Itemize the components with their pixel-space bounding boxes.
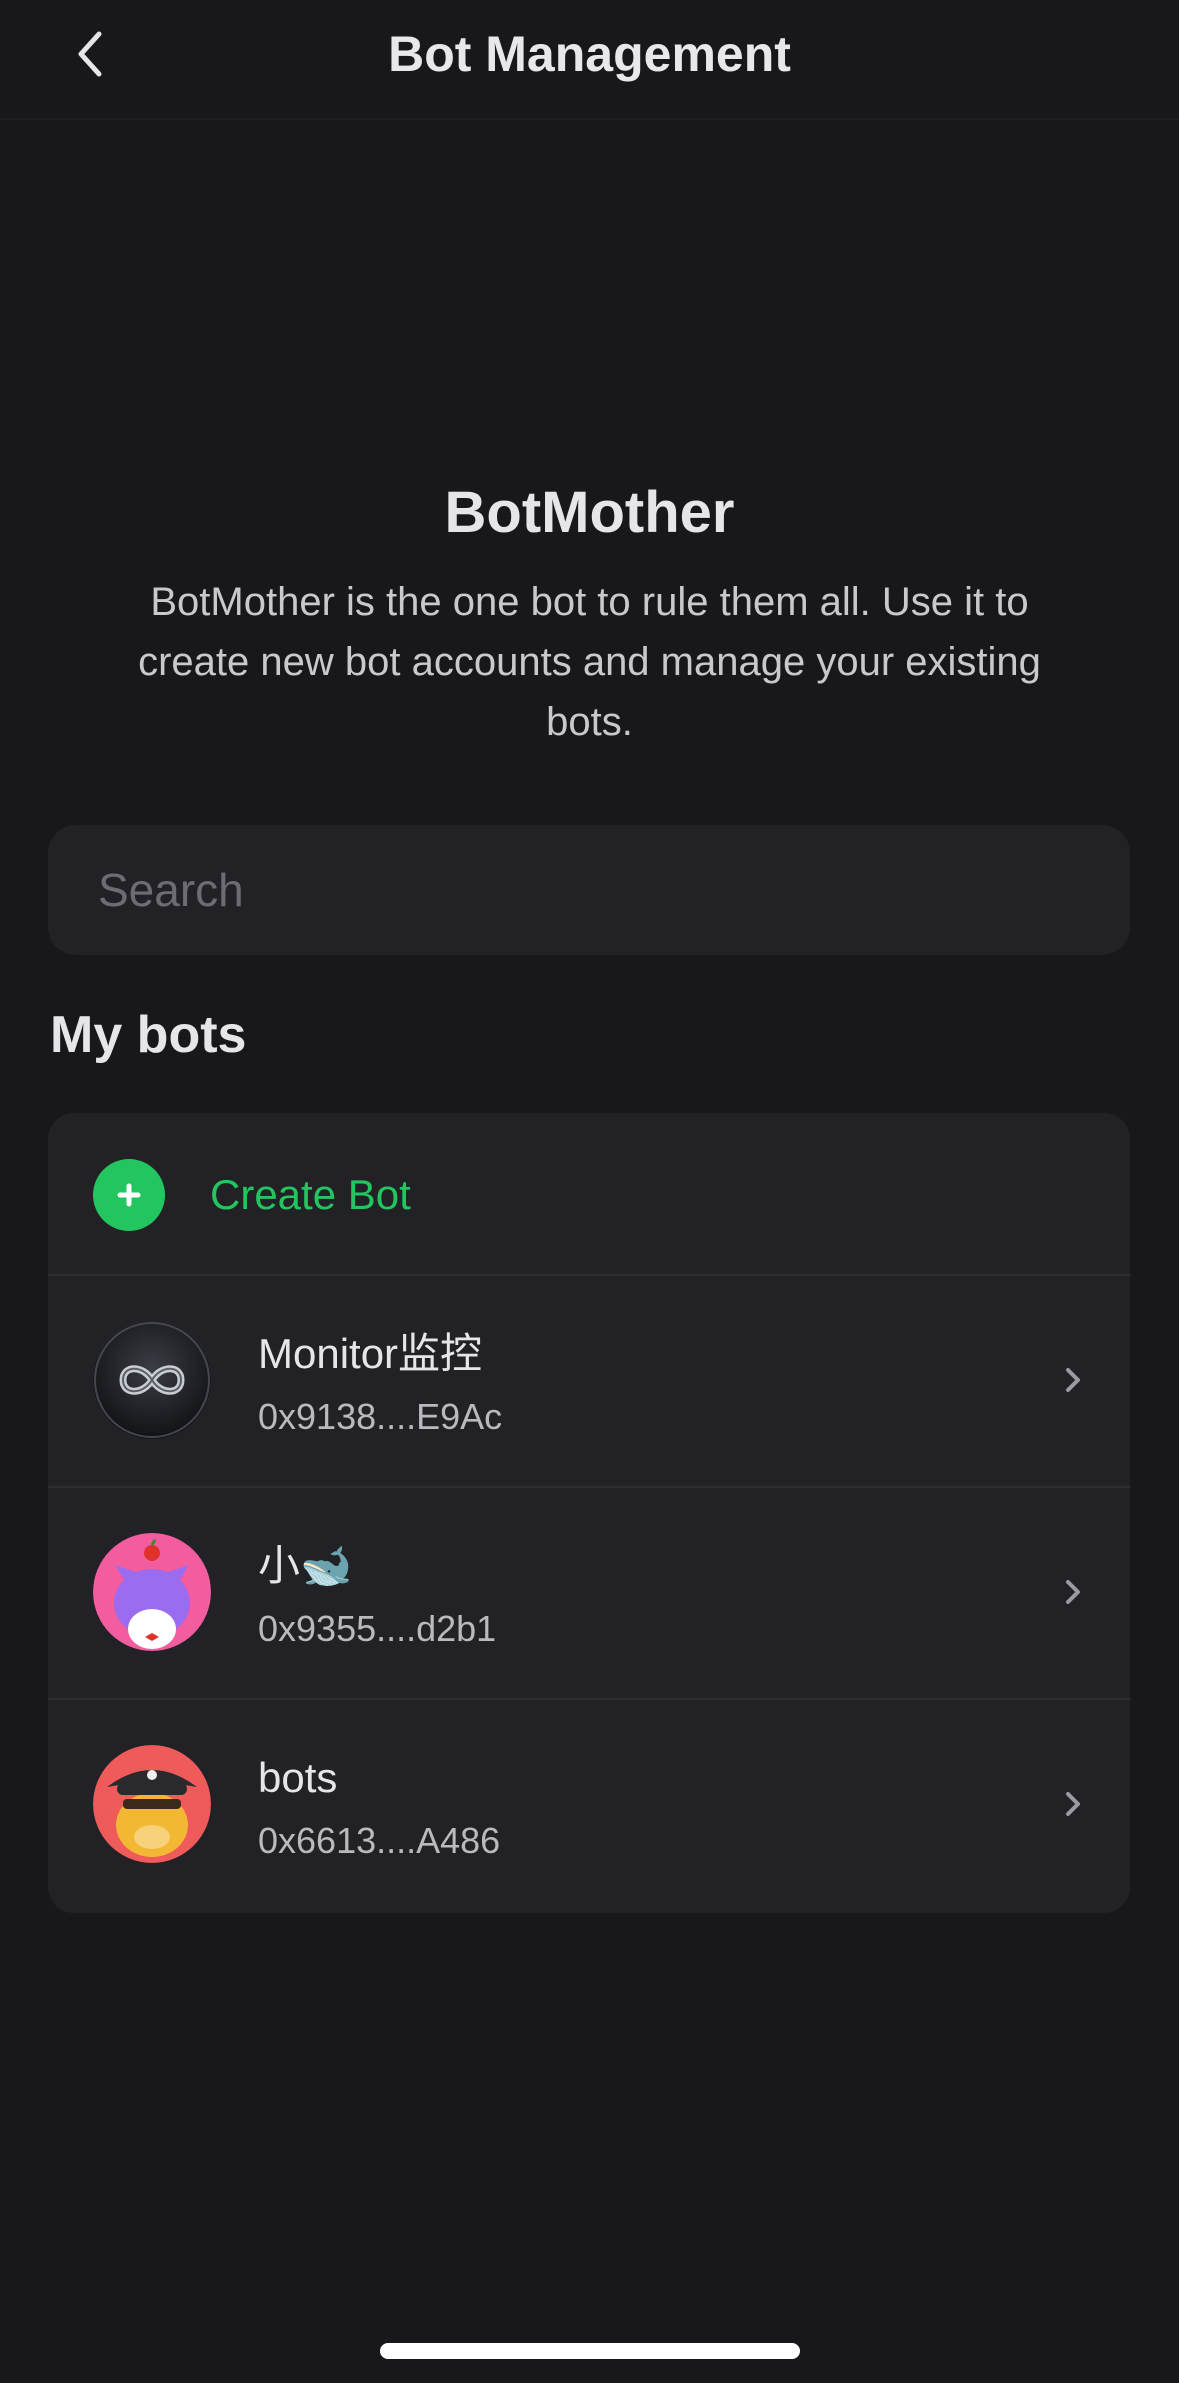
chevron-right-icon bbox=[1066, 1580, 1080, 1604]
bot-row-xiao[interactable]: 小🐋 0x9355....d2b1 bbox=[48, 1488, 1130, 1700]
home-indicator[interactable] bbox=[380, 2343, 800, 2359]
purple-cat-avatar bbox=[93, 1533, 211, 1651]
bot-address: 0x9138....E9Ac bbox=[258, 1396, 503, 1437]
infinity-avatar bbox=[93, 1321, 211, 1439]
bot-name: bots bbox=[258, 1754, 338, 1801]
chevron-right-icon bbox=[1066, 1792, 1080, 1816]
my-bots-heading: My bots bbox=[50, 1006, 247, 1064]
chevron-right-icon bbox=[1066, 1368, 1080, 1392]
bot-address: 0x9355....d2b1 bbox=[258, 1608, 497, 1649]
bot-row-monitor[interactable]: Monitor监控 0x9138....E9Ac bbox=[48, 1276, 1130, 1488]
create-bot-button[interactable]: Create Bot bbox=[48, 1113, 1130, 1276]
bot-list: Create Bot Monitor监控 0x9138....E9Ac 小🐋 0… bbox=[48, 1113, 1130, 1913]
bot-mother-description: BotMother is the one bot to rule them al… bbox=[138, 580, 1041, 744]
pirate-cat-avatar bbox=[93, 1745, 211, 1863]
page-title: Bot Management bbox=[388, 26, 791, 82]
bot-name: Monitor监控 bbox=[258, 1330, 483, 1377]
top-bar: Bot Management bbox=[0, 0, 1179, 120]
bot-address: 0x6613....A486 bbox=[258, 1820, 501, 1861]
create-bot-label: Create Bot bbox=[210, 1171, 411, 1218]
bot-mother-title: BotMother bbox=[444, 480, 735, 545]
bot-row-bots[interactable]: bots 0x6613....A486 bbox=[48, 1700, 1130, 1912]
search-field[interactable] bbox=[48, 825, 1130, 955]
plus-icon bbox=[93, 1159, 165, 1231]
bot-name: 小🐋 bbox=[258, 1542, 353, 1589]
search-input[interactable] bbox=[96, 862, 1082, 918]
